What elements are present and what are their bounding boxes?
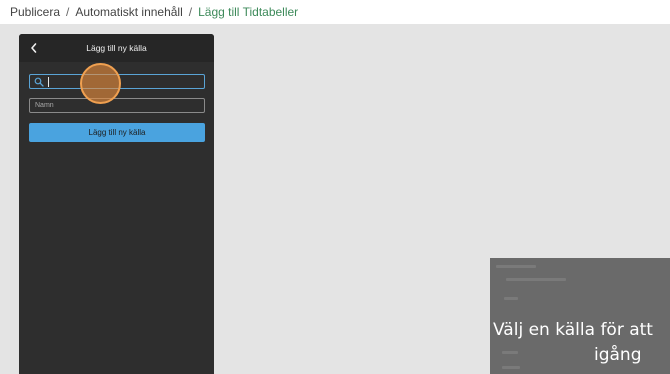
overlay-message-line-1: Välj en källa för att [493,320,653,340]
breadcrumb-item-automatiskt-innehall[interactable]: Automatiskt innehåll [75,5,182,19]
breadcrumb-item-publicera[interactable]: Publicera [10,5,60,19]
background-text-line [506,278,566,281]
top-bar: Publicera / Automatiskt innehåll / Lägg … [0,0,670,24]
name-placeholder: Namn [35,102,54,109]
background-text-line [496,265,536,268]
text-cursor [48,77,49,87]
name-field[interactable]: Namn [29,98,205,113]
breadcrumb: Publicera / Automatiskt innehåll / Lägg … [10,5,298,19]
overlay-message-line-2: igång [594,345,642,365]
click-indicator [80,63,121,104]
breadcrumb-separator: / [66,5,70,19]
background-text-line [504,297,518,300]
add-source-button[interactable]: Lägg till ny källa [29,123,205,142]
overlay-message: Välj en källa för att igång [490,318,670,368]
panel-header: Lägg till ny källa [19,34,214,62]
panel-title: Lägg till ny källa [86,43,147,53]
search-icon [34,77,44,87]
breadcrumb-item-current: Lägg till Tidtabeller [198,5,299,19]
tooltip-overlay: Välj en källa för att igång [490,258,670,374]
breadcrumb-separator: / [188,5,193,19]
